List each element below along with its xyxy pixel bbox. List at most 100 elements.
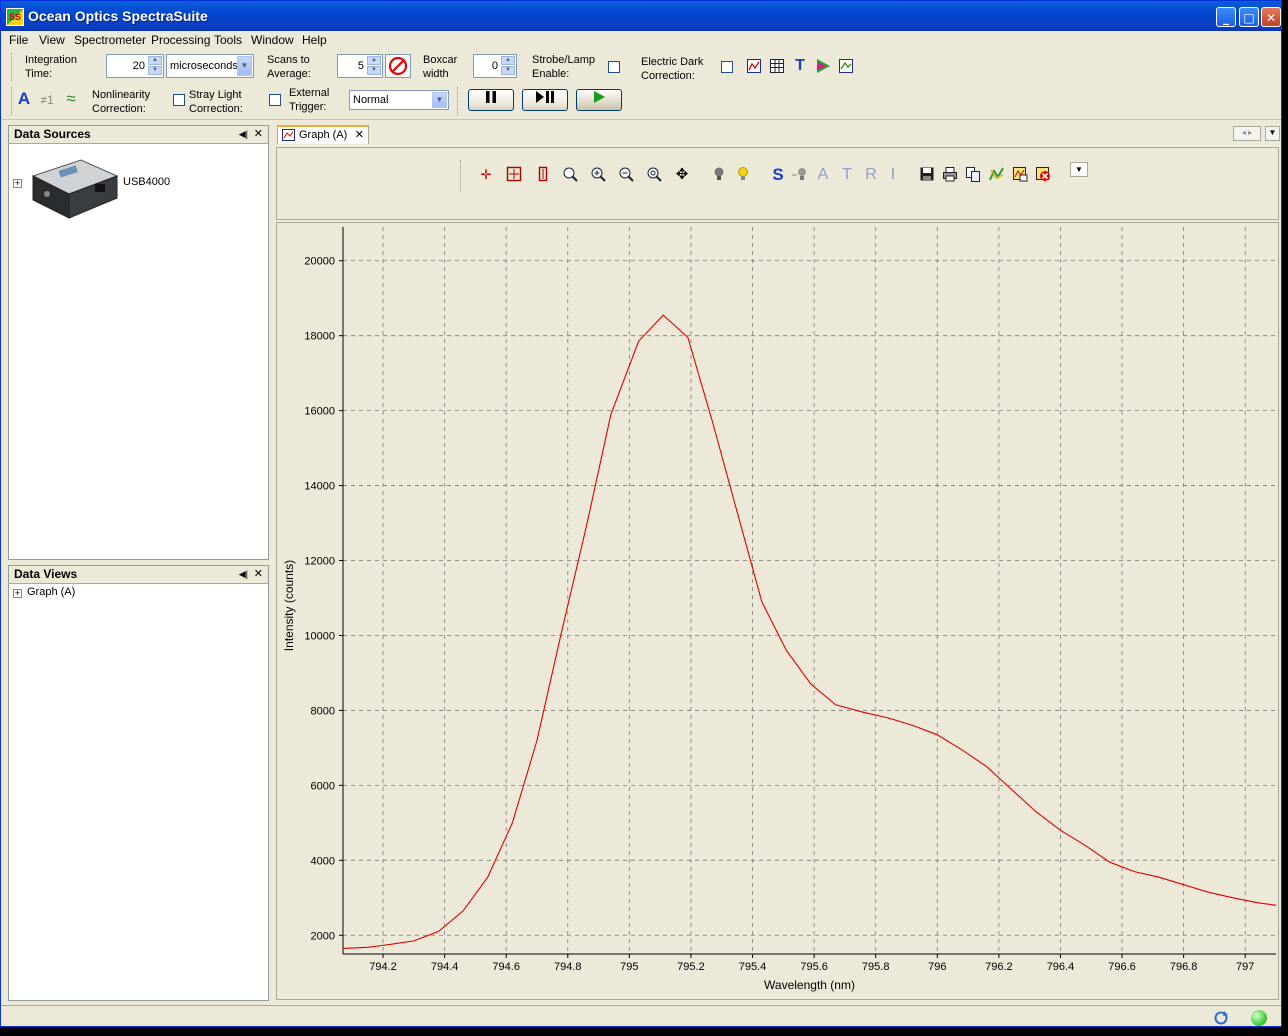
lightbulb-on-icon[interactable] xyxy=(734,166,752,184)
electric-dark-checkbox[interactable] xyxy=(721,61,733,73)
close-icon[interactable]: ✕ xyxy=(254,126,263,143)
menu-spectrometer[interactable]: Spectrometer xyxy=(74,33,146,47)
reflection-mode-button[interactable]: R xyxy=(862,166,880,184)
view-graph-a[interactable]: Graph (A) xyxy=(27,586,75,598)
spin-up-icon[interactable]: ▲ xyxy=(148,56,162,65)
strobe-lamp-checkbox[interactable] xyxy=(608,61,620,73)
toolbar-grip[interactable] xyxy=(11,87,14,115)
crosshair-icon[interactable]: ✛ xyxy=(477,166,495,184)
y-tick-label: 2000 xyxy=(311,930,335,942)
save-icon[interactable] xyxy=(918,166,936,184)
integration-unit-select[interactable]: microseconds ▼ xyxy=(166,54,254,78)
x-tick-label: 796.2 xyxy=(985,961,1013,973)
menu-tools[interactable]: Tools xyxy=(214,33,242,47)
device-usb4000[interactable]: USB4000 xyxy=(123,176,170,188)
pin-icon[interactable]: ◀| xyxy=(239,566,248,583)
stop-averaging-button[interactable] xyxy=(385,54,411,78)
spin-down-icon[interactable]: ▼ xyxy=(148,66,162,75)
pause-icon xyxy=(486,91,496,103)
scans-to-average-spinner[interactable]: 5 ▲ ▼ xyxy=(337,54,383,78)
chevron-down-icon[interactable]: ▼ xyxy=(237,56,252,76)
stray-light-label: Stray Light Correction: xyxy=(189,89,243,115)
stray-light-checkbox[interactable] xyxy=(269,94,281,106)
expand-icon[interactable]: + xyxy=(13,589,22,598)
integration-time-spinner[interactable]: 20 ▲ ▼ xyxy=(106,54,164,78)
expand-icon[interactable]: + xyxy=(13,179,22,188)
tab-graph-a[interactable]: Graph (A) ✕ xyxy=(277,125,369,144)
zoom-in-icon[interactable] xyxy=(589,166,607,184)
scope-mode-button[interactable]: S xyxy=(769,166,787,184)
chevron-down-icon[interactable]: ▼ xyxy=(432,92,447,108)
relative-ratio-icon[interactable]: ≠1 xyxy=(37,92,57,108)
graph-toolbar-more-chevron-icon[interactable]: ▼ xyxy=(1070,162,1088,177)
wave-icon[interactable]: ≈ xyxy=(61,90,81,107)
close-icon[interactable]: ✕ xyxy=(355,127,364,143)
absolute-irradiance-icon[interactable]: A xyxy=(16,90,32,107)
pin-icon[interactable]: ◀| xyxy=(239,126,248,143)
spectrum-graph[interactable]: 794.2 794.4 794.6 794.8 795 795.2 795.4 795.6 79… xyxy=(276,222,1279,1000)
toolbar-grip[interactable] xyxy=(457,87,460,115)
menu-view[interactable]: View xyxy=(39,33,65,47)
tab-list-chevron-icon[interactable]: ▼ xyxy=(1265,126,1280,141)
nonlinearity-checkbox[interactable] xyxy=(173,94,185,106)
zoom-fit-icon[interactable] xyxy=(561,166,579,184)
trigger-mode-select[interactable]: Normal ▼ xyxy=(349,90,449,110)
menu-file[interactable]: File xyxy=(9,33,28,47)
zoom-reset-icon[interactable] xyxy=(645,166,663,184)
no-entry-icon xyxy=(388,56,408,76)
absorbance-mode-button[interactable]: A xyxy=(814,166,832,184)
x-tick-label: 795.6 xyxy=(800,961,828,973)
tab-scroll-arrows[interactable]: ◂ ▸ xyxy=(1233,126,1261,141)
spin-down-icon[interactable]: ▼ xyxy=(501,66,515,75)
text-view-icon[interactable]: T xyxy=(792,58,808,74)
scans-to-average-label: Scans to Average: xyxy=(267,54,311,80)
irradiance-mode-button[interactable]: I xyxy=(884,166,902,184)
menu-help[interactable]: Help xyxy=(302,33,327,47)
strobe-lamp-label: Strobe/Lamp Enable: xyxy=(532,54,595,80)
spin-down-icon[interactable]: ▼ xyxy=(367,66,381,75)
zoom-out-icon[interactable] xyxy=(617,166,635,184)
step-icon xyxy=(536,91,554,103)
maximize-button[interactable]: □ xyxy=(1239,7,1259,27)
close-button[interactable]: ✕ xyxy=(1261,7,1281,27)
overlay-spectrum-icon[interactable] xyxy=(1011,166,1029,184)
toolbar-grip[interactable] xyxy=(11,53,14,81)
y-tick-label: 20000 xyxy=(304,256,335,268)
y-tick-label: 18000 xyxy=(304,331,335,343)
transmission-mode-button[interactable]: T xyxy=(838,166,856,184)
boxcar-width-spinner[interactable]: 0 ▲ ▼ xyxy=(473,54,517,78)
graph-view-icon[interactable] xyxy=(746,58,762,74)
menu-window[interactable]: Window xyxy=(251,33,294,47)
pause-button[interactable] xyxy=(468,89,514,111)
curve-fit-icon[interactable] xyxy=(988,166,1006,184)
title-bar[interactable]: SS Ocean Optics SpectraSuite _ □ ✕ xyxy=(1,1,1281,31)
delete-overlay-icon[interactable] xyxy=(1034,166,1052,184)
y-tick-label: 10000 xyxy=(304,630,335,642)
table-view-icon[interactable] xyxy=(769,58,785,74)
x-tick-label: 794.4 xyxy=(431,961,459,973)
color-view-icon[interactable] xyxy=(815,58,831,74)
dark-reference-icon[interactable] xyxy=(791,166,809,184)
x-tick-label: 796.8 xyxy=(1170,961,1198,973)
zoom-box-icon[interactable] xyxy=(505,166,523,184)
x-tick-label: 794.8 xyxy=(554,961,582,973)
x-tick-label: 795.8 xyxy=(862,961,890,973)
scans-value: 5 xyxy=(357,60,364,72)
lightbulb-off-icon[interactable] xyxy=(710,166,728,184)
spin-up-icon[interactable]: ▲ xyxy=(367,56,381,65)
single-step-button[interactable] xyxy=(522,89,568,111)
menu-processing[interactable]: Processing xyxy=(151,33,210,47)
minimize-button[interactable]: _ xyxy=(1216,7,1236,27)
x-tick-label: 795.2 xyxy=(677,961,705,973)
zoom-y-icon[interactable] xyxy=(534,166,552,184)
close-icon[interactable]: ✕ xyxy=(254,566,263,583)
copy-icon[interactable] xyxy=(964,166,982,184)
refresh-icon[interactable] xyxy=(1213,1010,1229,1026)
pan-icon[interactable]: ✥ xyxy=(673,166,691,184)
data-views-header: Data Views ◀| ✕ xyxy=(9,566,268,584)
toolbar-grip[interactable] xyxy=(460,160,463,192)
overlay-view-icon[interactable] xyxy=(838,58,854,74)
print-icon[interactable] xyxy=(941,166,959,184)
play-button[interactable] xyxy=(576,89,622,111)
spin-up-icon[interactable]: ▲ xyxy=(501,56,515,65)
